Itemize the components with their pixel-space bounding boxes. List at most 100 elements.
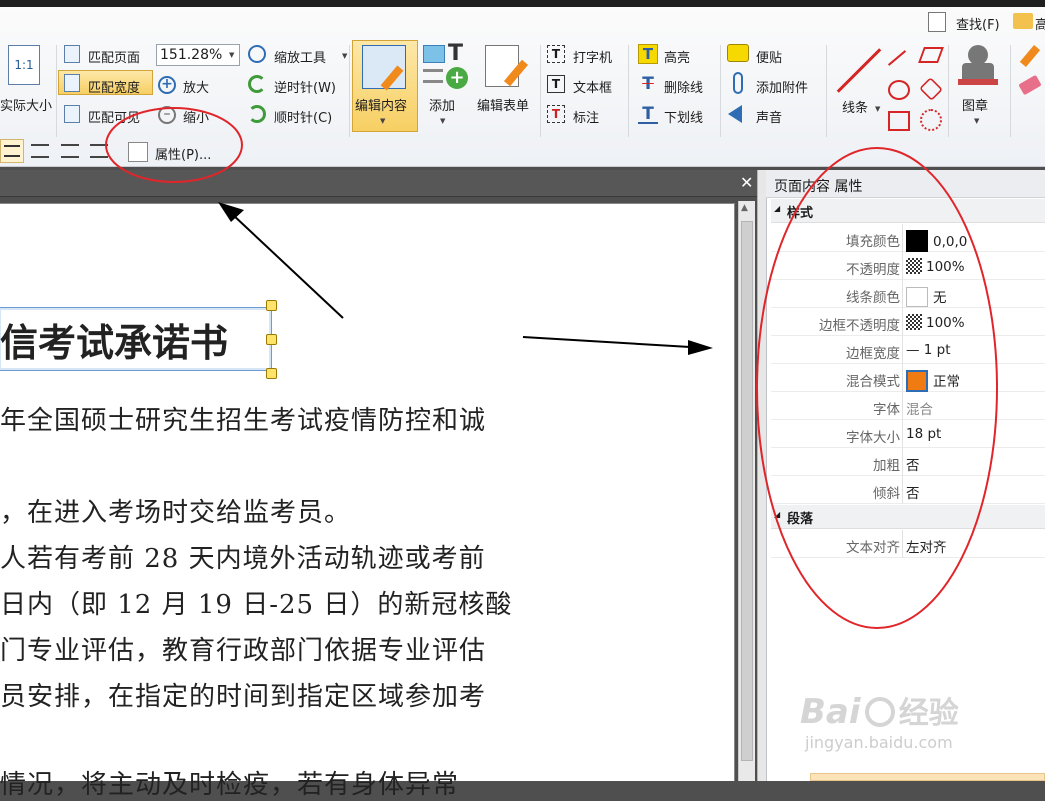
find-icon[interactable]	[928, 12, 946, 32]
prop-row-blend-mode[interactable]: 混合模式 正常	[771, 364, 1045, 392]
fill-color-swatch[interactable]	[906, 230, 928, 252]
typewriter-icon[interactable]: T	[547, 45, 565, 63]
resize-handle[interactable]	[266, 334, 277, 345]
close-icon[interactable]: ✕	[740, 173, 753, 192]
zoom-out-button[interactable]: 缩小	[183, 107, 209, 126]
prop-row-italic[interactable]: 倾斜 否	[771, 476, 1045, 504]
section-style[interactable]: ◢ 样式	[771, 199, 1045, 223]
strikeout-icon[interactable]: T	[638, 74, 658, 94]
highlight-icon[interactable]: T	[638, 44, 658, 64]
scroll-up-arrow[interactable]: ▲	[741, 203, 748, 213]
splitter[interactable]	[757, 170, 766, 781]
polygon-icon[interactable]	[919, 77, 943, 101]
rotate-cw-button[interactable]: 顺时针(C)	[274, 107, 332, 126]
prop-row-text-align[interactable]: 文本对齐 左对齐	[771, 530, 1045, 558]
align-justify-icon[interactable]	[90, 144, 108, 158]
line-button[interactable]: 线条	[842, 97, 868, 116]
chevron-down-icon: ▼	[229, 51, 235, 59]
callout-button[interactable]: 标注	[573, 107, 599, 126]
zoom-in-icon[interactable]: +	[158, 76, 176, 94]
collapse-icon[interactable]: ◢	[774, 510, 780, 519]
fit-visible-button[interactable]: 匹配可见	[88, 107, 140, 126]
advanced-search-button[interactable]: 高	[1035, 14, 1045, 33]
pdf-page[interactable]: 信考试承诺书 年全国硕士研究生招生考试疫情防控和诚 ，在进入考场时交给监考员。 …	[0, 203, 735, 800]
prop-row-line-color[interactable]: 线条颜色 无	[771, 280, 1045, 308]
prop-row-opacity[interactable]: 不透明度 100%	[771, 252, 1045, 280]
paperclip-icon[interactable]	[733, 72, 743, 94]
prop-row-font-size[interactable]: 字体大小 18 pt	[771, 420, 1045, 448]
underline-button[interactable]: 下划线	[664, 107, 703, 126]
chevron-down-icon: ▼	[440, 117, 446, 125]
fit-page-button[interactable]: 匹配页面	[88, 47, 140, 66]
collapse-icon[interactable]: ◢	[774, 204, 780, 213]
cloud-icon[interactable]	[920, 109, 942, 131]
window-top-bar	[0, 0, 1045, 7]
line-tool-icon[interactable]	[836, 48, 882, 93]
pencil-icon[interactable]	[1019, 45, 1041, 67]
sound-button[interactable]: 声音	[756, 107, 782, 126]
sticky-note-icon[interactable]	[727, 44, 749, 62]
underline-icon[interactable]: T	[638, 104, 658, 124]
align-center-icon[interactable]	[31, 144, 49, 158]
fit-page-icon[interactable]	[64, 45, 80, 63]
document-line: 情况，将主动及时检疫，若有身体异常	[0, 770, 460, 800]
zoom-out-icon[interactable]: –	[158, 106, 176, 124]
text-t-icon: T	[448, 41, 464, 66]
line-color-swatch[interactable]	[906, 287, 928, 307]
actual-size-icon[interactable]: 1:1	[8, 45, 40, 85]
polyline-icon[interactable]	[918, 47, 944, 63]
zoom-tool-icon[interactable]	[248, 45, 266, 63]
rectangle-icon[interactable]	[888, 111, 910, 131]
eraser-icon[interactable]	[1018, 74, 1042, 96]
folder-search-icon[interactable]	[1013, 13, 1033, 29]
document-line: 年全国硕士研究生招生考试疫情防控和诚	[0, 406, 487, 436]
scroll-thumb[interactable]	[741, 221, 753, 761]
section-paragraph[interactable]: ◢ 段落	[771, 505, 1045, 529]
chevron-down-icon[interactable]: ▼	[342, 52, 347, 60]
align-right-icon[interactable]	[61, 144, 79, 158]
strikeout-button[interactable]: 删除线	[664, 77, 703, 96]
chevron-down-icon[interactable]: ▼	[875, 105, 880, 113]
actual-size-button[interactable]: 实际大小	[0, 95, 52, 114]
chevron-down-icon: ▼	[974, 117, 980, 125]
ellipse-icon[interactable]	[888, 80, 910, 100]
add-image-icon[interactable]	[423, 45, 445, 63]
prop-row-border-opacity[interactable]: 边框不透明度 100%	[771, 308, 1045, 336]
document-line: ，在进入考场时交给监考员。	[0, 498, 352, 528]
prop-row-bold[interactable]: 加粗 否	[771, 448, 1045, 476]
properties-button[interactable]: 属性(P)...	[155, 144, 211, 163]
zoom-select[interactable]: 151.28% ▼	[156, 44, 240, 66]
sticky-note-button[interactable]: 便贴	[756, 47, 782, 66]
chevron-down-icon: ▼	[380, 117, 386, 125]
attach-file-button[interactable]: 添加附件	[756, 77, 808, 96]
callout-icon[interactable]: T	[547, 105, 565, 123]
speaker-icon[interactable]	[728, 105, 742, 123]
align-left-button[interactable]	[0, 139, 24, 163]
blend-mode-icon	[906, 370, 928, 392]
zoom-value: 151.28%	[160, 47, 223, 63]
document-title[interactable]: 信考试承诺书	[0, 312, 228, 367]
textbox-button[interactable]: 文本框	[573, 77, 612, 96]
add-button[interactable]: 添加	[429, 95, 455, 114]
resize-handle[interactable]	[266, 300, 277, 311]
stamp-button[interactable]: 图章	[962, 95, 988, 114]
stamp-icon[interactable]	[958, 45, 998, 89]
prop-row-fill-color[interactable]: 填充颜色 0,0,0	[771, 224, 1045, 252]
zoom-tool-button[interactable]: 缩放工具	[274, 47, 326, 66]
find-button[interactable]: 查找(F)	[956, 14, 1000, 33]
rotate-ccw-button[interactable]: 逆时针(W)	[274, 77, 336, 96]
highlight-button[interactable]: 高亮	[664, 47, 690, 66]
fit-visible-icon[interactable]	[64, 105, 80, 123]
rotate-cw-icon[interactable]	[248, 105, 266, 123]
resize-handle[interactable]	[266, 368, 277, 379]
properties-panel-header: 页面内容 属性	[766, 170, 1045, 198]
prop-row-font[interactable]: 字体 混合	[771, 392, 1045, 420]
rotate-ccw-icon[interactable]	[248, 75, 266, 93]
typewriter-button[interactable]: 打字机	[573, 47, 612, 66]
prop-row-border-width[interactable]: 边框宽度 — 1 pt	[771, 336, 1045, 364]
arrow-icon[interactable]	[887, 50, 907, 66]
vertical-scrollbar[interactable]: ▲	[738, 201, 755, 781]
zoom-in-button[interactable]: 放大	[183, 77, 209, 96]
textbox-icon[interactable]: T	[547, 75, 565, 93]
edit-form-button[interactable]: 编辑表单	[477, 95, 529, 114]
